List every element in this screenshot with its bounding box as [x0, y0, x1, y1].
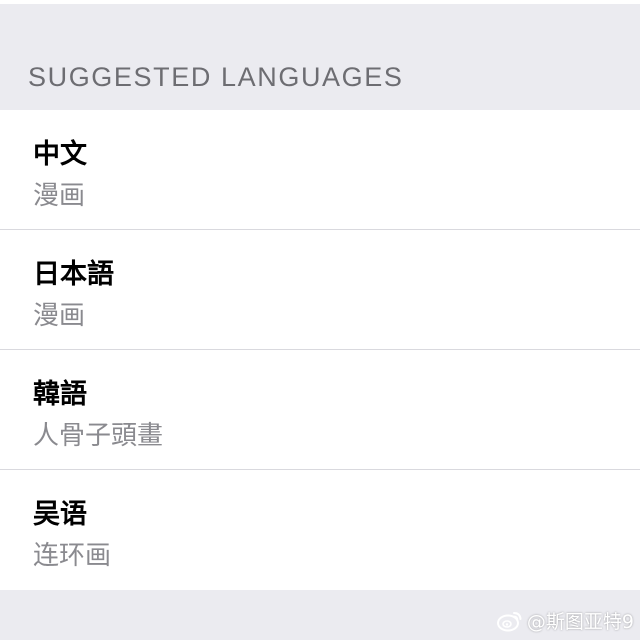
language-sample: 人骨子頭畫 [33, 421, 164, 451]
section-header-suggested-languages: SUGGESTED LANGUAGES [28, 62, 404, 92]
language-name: 中文 [33, 139, 87, 170]
language-sample: 漫画 [33, 181, 86, 211]
language-name: 日本語 [33, 259, 114, 290]
language-row-korean[interactable]: 韓語 人骨子頭畫 [0, 350, 640, 470]
watermark: @斯图亚特9 [496, 607, 634, 634]
language-row-chinese[interactable]: 中文 漫画 [0, 110, 640, 230]
watermark-text: @斯图亚特9 [526, 611, 634, 633]
weibo-icon [496, 610, 523, 632]
language-list: 中文 漫画 日本語 漫画 韓語 人骨子頭畫 吴语 连环画 [0, 110, 640, 590]
top-strip [0, 0, 640, 4]
language-sample: 漫画 [33, 301, 86, 331]
language-sample: 连环画 [33, 541, 112, 571]
language-row-wu[interactable]: 吴语 连环画 [0, 470, 640, 590]
language-name: 吴语 [33, 499, 87, 530]
language-name: 韓語 [33, 379, 87, 410]
language-row-japanese[interactable]: 日本語 漫画 [0, 230, 640, 350]
